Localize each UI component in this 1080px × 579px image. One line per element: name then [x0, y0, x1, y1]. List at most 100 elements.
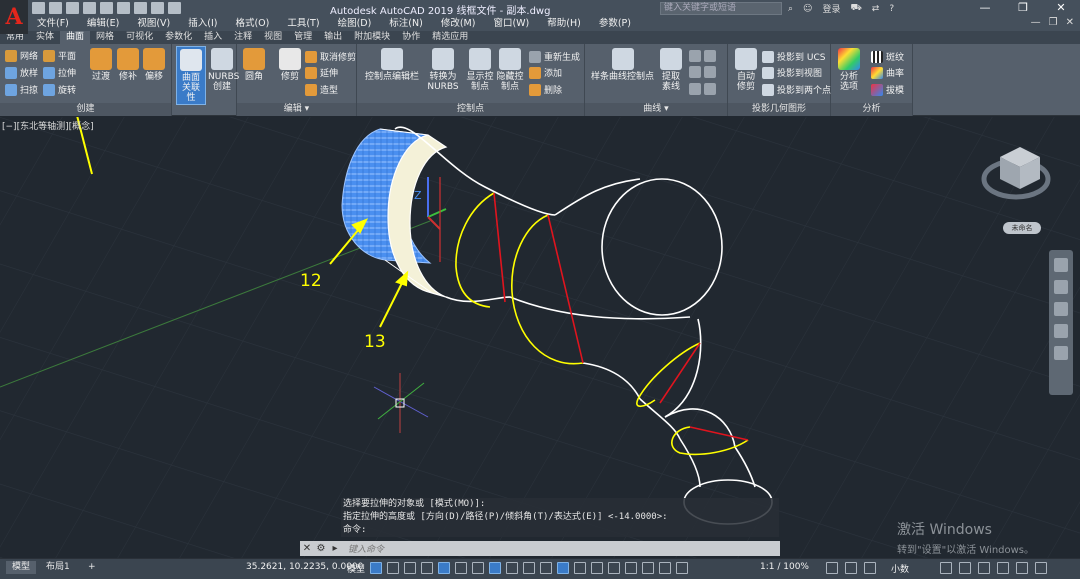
3d-osnap-icon[interactable] [574, 562, 586, 574]
cv-edit-bar-button[interactable]: 控制点编辑栏 [365, 48, 419, 82]
drawing-canvas[interactable]: Z 12 13 [0, 117, 1080, 558]
clean-screen-icon[interactable] [1016, 562, 1028, 574]
nurbs-create-button[interactable]: NURBS创建 [208, 48, 239, 92]
minimize-button[interactable]: — [966, 0, 1004, 17]
save-as-icon[interactable] [83, 2, 96, 14]
panel-cv-title[interactable]: 控制点 [357, 103, 584, 116]
viewport-label[interactable]: [−][东北等轴测][概念] [2, 119, 94, 132]
close-button[interactable]: ✕ [1042, 0, 1080, 17]
sculpt-button[interactable]: 造型 [305, 83, 338, 96]
graphics-performance-icon[interactable] [997, 562, 1009, 574]
pan-icon[interactable] [1054, 280, 1068, 294]
customize-icon[interactable]: ⚙ [314, 542, 328, 555]
panel-projection-title[interactable]: 投影几何图形 [728, 103, 830, 116]
save-icon[interactable] [66, 2, 79, 14]
snap-icon[interactable] [387, 562, 399, 574]
help-icon[interactable]: ? [889, 4, 894, 14]
ribbon-tab[interactable]: 视图 [258, 31, 288, 44]
quick-properties-icon[interactable] [940, 562, 952, 574]
project-two-points-button[interactable]: 投影到两个点 [762, 83, 831, 96]
exchange-icon[interactable]: ⇄ [872, 4, 880, 14]
convert-nurbs-button[interactable]: 转换为NURBS [427, 48, 459, 92]
menu-item[interactable]: 标注(N) [380, 17, 432, 31]
ribbon-tab[interactable]: 附加模块 [348, 31, 396, 44]
infer-icon[interactable] [404, 562, 416, 574]
viewcube-ucs-label[interactable]: 未命名 [1003, 222, 1041, 234]
extrude-button[interactable]: 拉伸 [43, 66, 76, 79]
isometric-icon[interactable] [472, 562, 484, 574]
close-icon[interactable]: ✕ [300, 542, 314, 555]
auto-trim-button[interactable]: 自动修剪 [734, 48, 758, 92]
command-input[interactable]: 键入命令 [342, 542, 384, 555]
polar-icon[interactable] [455, 562, 467, 574]
menu-item[interactable]: 格式(O) [226, 17, 278, 31]
search-input[interactable]: 键入关键字或短语 [660, 2, 782, 15]
undo-icon[interactable] [134, 2, 147, 14]
annotation-monitor-icon[interactable] [845, 562, 857, 574]
gizmo-icon[interactable] [625, 562, 637, 574]
untrim-button[interactable]: 取消修剪 [305, 50, 356, 63]
spline-cv-button[interactable]: 样条曲线控制点 [591, 48, 654, 82]
menu-item[interactable]: 插入(I) [179, 17, 226, 31]
menu-item[interactable]: 文件(F) [28, 17, 78, 31]
ribbon-tab[interactable]: 管理 [288, 31, 318, 44]
offset-button[interactable]: 偏移 [143, 48, 165, 82]
plot-icon[interactable] [100, 2, 113, 14]
analysis-options-button[interactable]: 分析选项 [837, 48, 861, 92]
panel-curves-title[interactable]: 曲线 ▾ [585, 103, 727, 116]
menu-item[interactable]: 参数(P) [590, 17, 640, 31]
surface-associativity-button[interactable]: 曲面关联性 [176, 46, 206, 105]
revolve-button[interactable]: 旋转 [43, 83, 76, 96]
ribbon-tab[interactable]: 曲面 [60, 31, 91, 44]
osnap-icon[interactable] [506, 562, 518, 574]
lock-ui-icon[interactable] [959, 562, 971, 574]
menu-item[interactable]: 编辑(E) [78, 17, 128, 31]
ribbon-tab[interactable]: 可视化 [120, 31, 159, 44]
model-space-button[interactable]: 模型 [347, 562, 365, 575]
menu-item[interactable]: 视图(V) [128, 17, 179, 31]
restore-button[interactable]: ❐ [1004, 0, 1042, 17]
ribbon-tab[interactable]: 输出 [318, 31, 348, 44]
extend-button[interactable]: 延伸 [305, 66, 338, 79]
patch-button[interactable]: 修补 [117, 48, 139, 82]
open-icon[interactable] [49, 2, 62, 14]
loft-button[interactable]: 放样 [5, 66, 38, 79]
line-tool-button[interactable] [689, 50, 716, 62]
show-cv-button[interactable]: 显示控制点 [465, 48, 495, 92]
rebuild-button[interactable]: 重新生成 [529, 50, 580, 63]
transparency-icon[interactable] [540, 562, 552, 574]
share-icon[interactable] [168, 2, 181, 14]
doc-restore-button[interactable]: ❐ [1049, 17, 1058, 28]
menu-item[interactable]: 修改(M) [432, 17, 485, 31]
tab-model[interactable]: 模型 [6, 561, 37, 574]
ribbon-tab[interactable]: 精选应用 [426, 31, 474, 44]
ribbon-tab[interactable]: 参数化 [159, 31, 198, 44]
rect-tool-button[interactable] [689, 83, 716, 95]
blend-button[interactable]: 过渡 [90, 48, 112, 82]
zoom-icon[interactable] [1054, 302, 1068, 316]
ribbon-tab[interactable]: 协作 [396, 31, 426, 44]
fillet-button[interactable]: 圆角 [243, 48, 265, 82]
grid-icon[interactable] [370, 562, 382, 574]
curvature-button[interactable]: 曲率 [871, 66, 904, 79]
showmotion-icon[interactable] [1054, 346, 1068, 360]
units-label[interactable]: 小数 [891, 562, 909, 575]
new-icon[interactable] [32, 2, 45, 14]
login-button[interactable]: 登录 [822, 2, 840, 15]
annotation-visibility-icon[interactable] [642, 562, 654, 574]
panel-create-title[interactable]: 创建 [0, 103, 171, 116]
coordinates-readout[interactable]: 35.2621, 10.2235, 0.0000 [246, 562, 363, 572]
autoscale-icon[interactable] [659, 562, 671, 574]
print-icon[interactable] [117, 2, 130, 14]
selection-filter-icon[interactable] [608, 562, 620, 574]
project-ucs-button[interactable]: 投影到 UCS [762, 50, 825, 63]
remove-cv-button[interactable]: 删除 [529, 83, 562, 96]
workspace-gear-icon[interactable] [826, 562, 838, 574]
drawing-viewport[interactable]: Z 12 13 [−][东北等轴测][概念] 未命名 选择要拉伸的对象或 [模式… [0, 117, 1080, 558]
menu-item[interactable]: 帮助(H) [538, 17, 590, 31]
ribbon-tab[interactable]: 网格 [90, 31, 120, 44]
units-icon[interactable] [864, 562, 876, 574]
dynamic-ucs-icon[interactable] [591, 562, 603, 574]
isolate-objects-icon[interactable] [978, 562, 990, 574]
orbit-icon[interactable] [1054, 324, 1068, 338]
